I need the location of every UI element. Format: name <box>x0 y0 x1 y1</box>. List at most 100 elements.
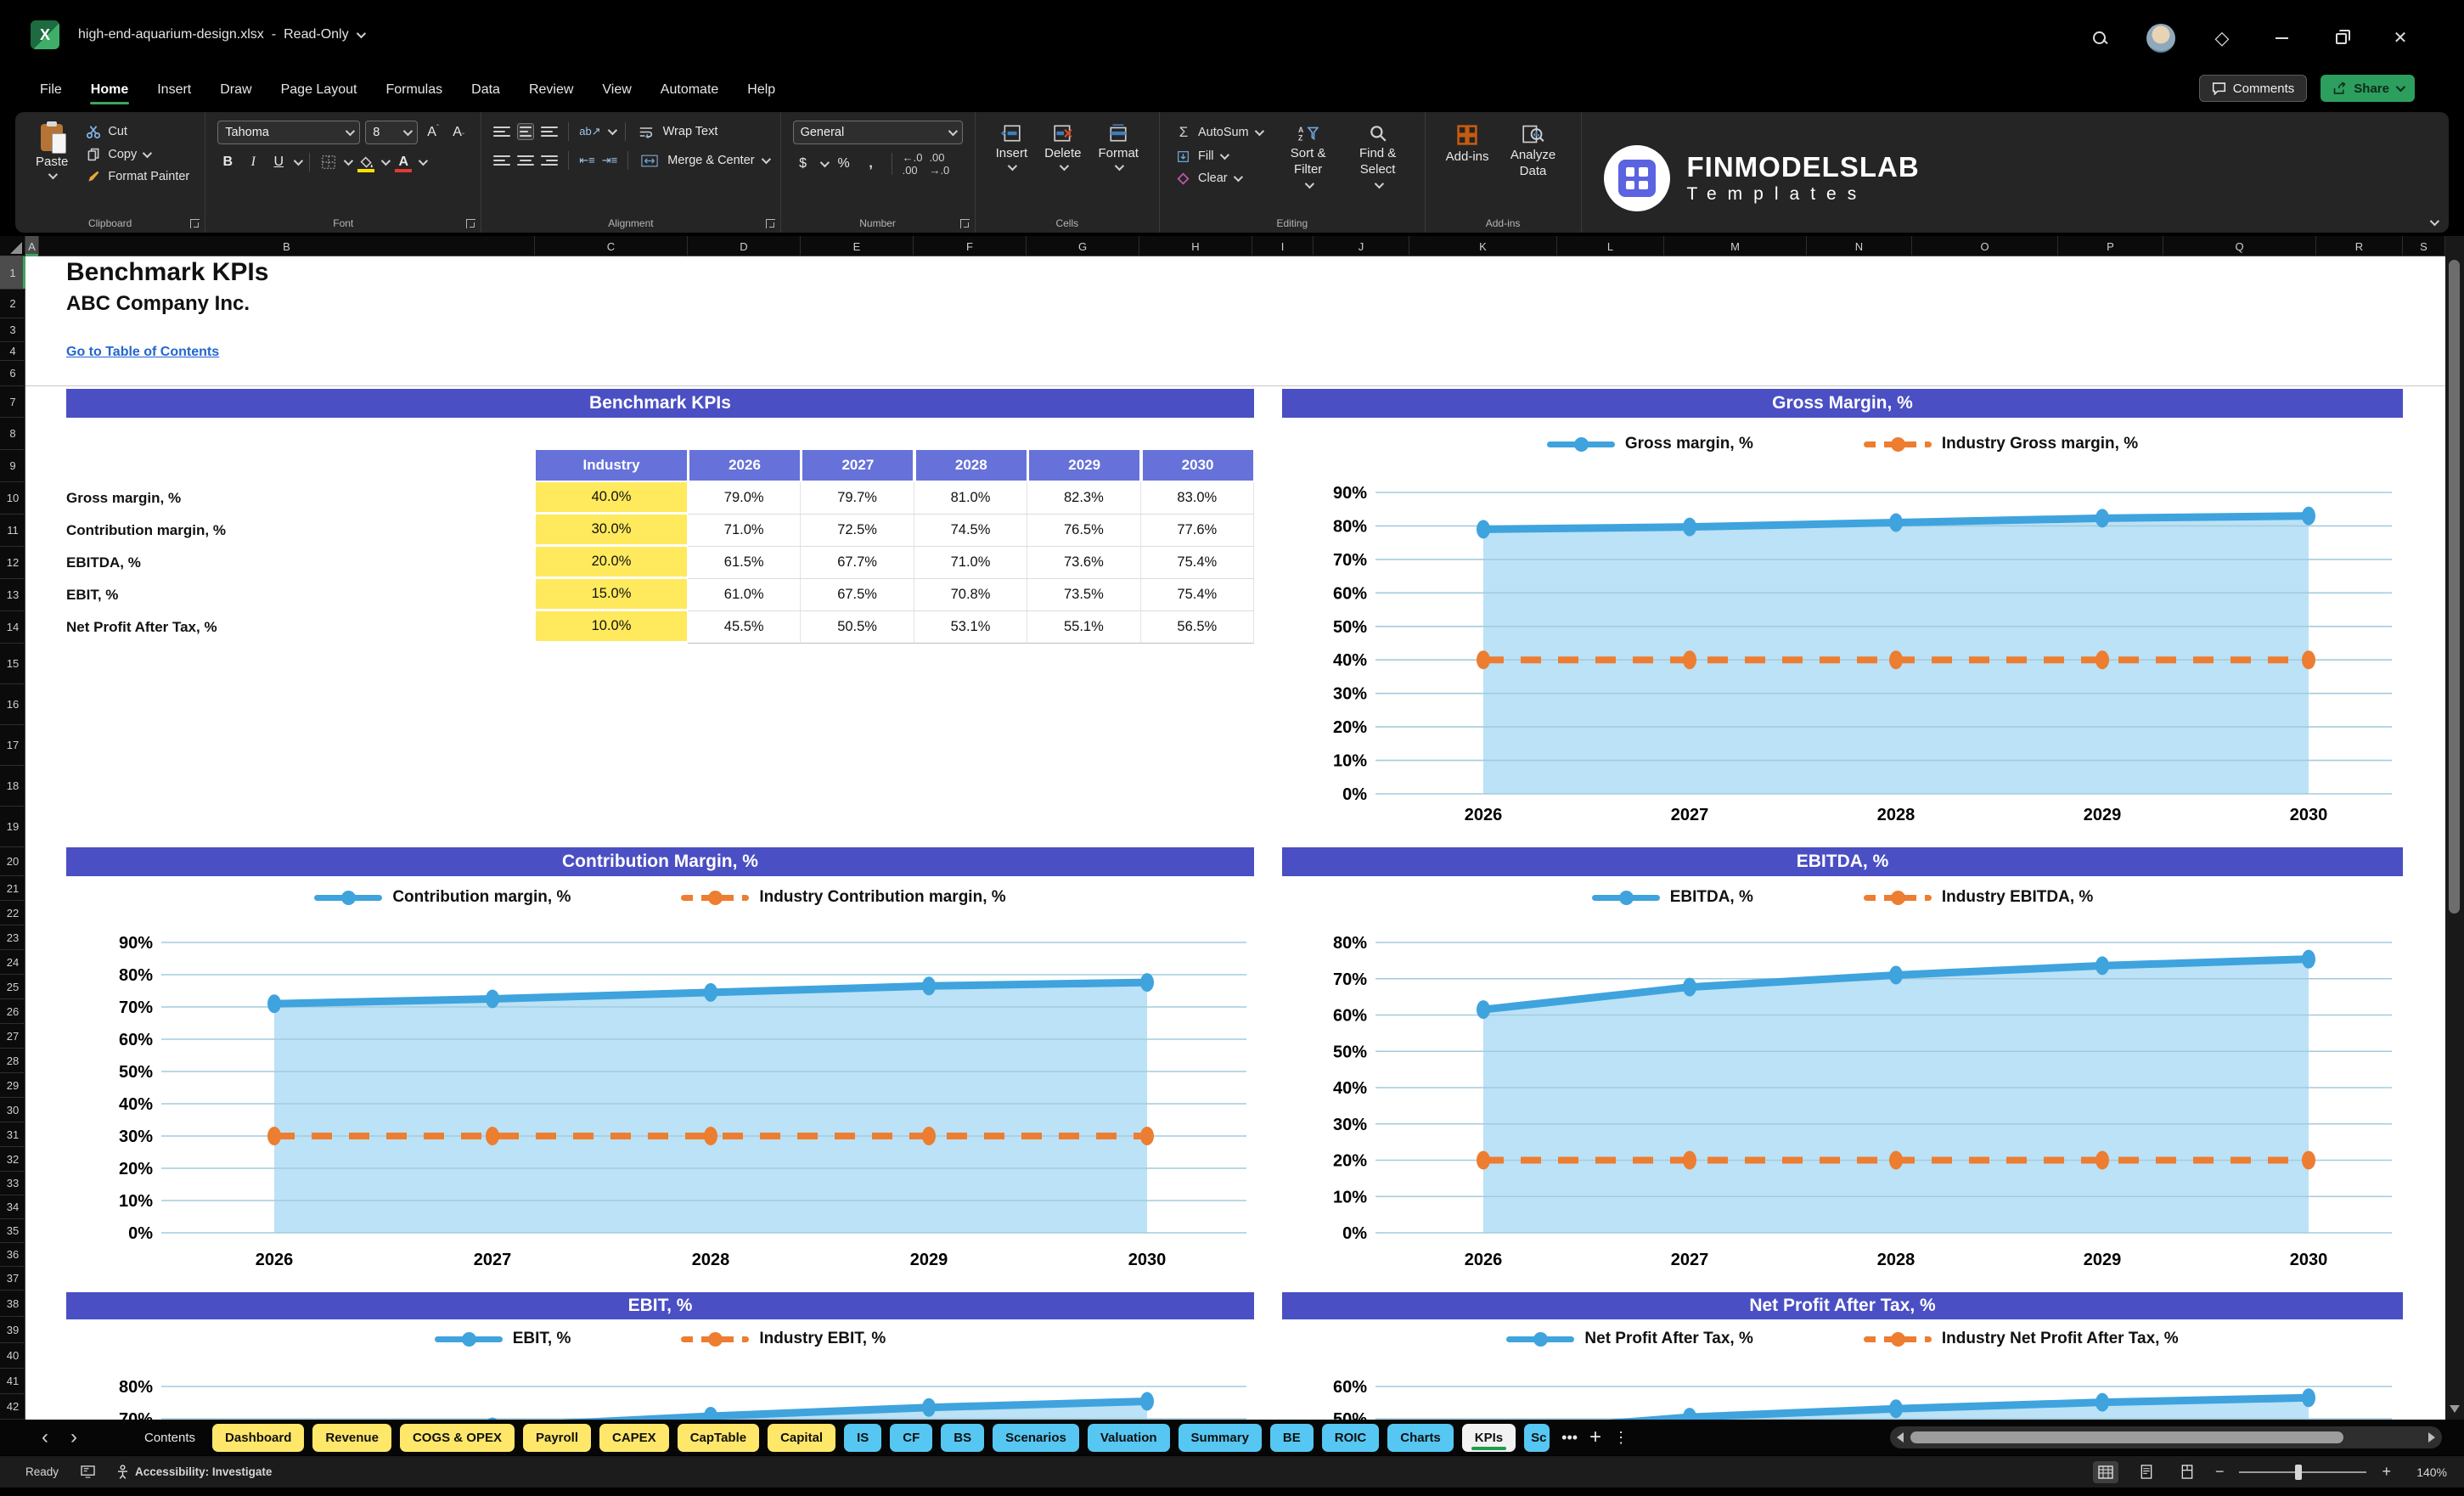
format-painter-button[interactable]: Format Painter <box>82 168 193 185</box>
row-header-17[interactable]: 17 <box>0 725 25 766</box>
table-industry-cell[interactable]: 40.0% <box>536 482 687 515</box>
chevron-down-icon[interactable] <box>356 28 366 39</box>
accessibility-status[interactable]: Accessibility: Investigate <box>117 1465 272 1479</box>
autosum-button[interactable]: Σ AutoSum <box>1172 122 1265 143</box>
alignment-dialog-launcher[interactable] <box>765 219 775 228</box>
row-header-28[interactable]: 28 <box>0 1049 25 1073</box>
menu-tab-file[interactable]: File <box>25 77 76 103</box>
clear-button[interactable]: Clear <box>1172 170 1265 187</box>
row-header-1[interactable]: 1 <box>0 256 25 290</box>
table-value-cell[interactable]: 74.5% <box>914 515 1028 547</box>
zoom-in-button[interactable]: + <box>2382 1463 2391 1481</box>
row-header-14[interactable]: 14 <box>0 611 25 644</box>
column-header-Q[interactable]: Q <box>2163 236 2316 256</box>
sheet-tab-roic[interactable]: ROIC <box>1321 1423 1380 1452</box>
sheet-tab-cogs-opex[interactable]: COGS & OPEX <box>399 1423 515 1452</box>
toc-link[interactable]: Go to Table of Contents <box>66 345 219 360</box>
row-header-19[interactable]: 19 <box>0 807 25 847</box>
borders-chevron-icon[interactable] <box>344 155 354 166</box>
minimize-button[interactable] <box>2269 25 2294 51</box>
select-all-corner[interactable] <box>0 236 25 256</box>
insert-cells-button[interactable]: Insert <box>987 121 1037 174</box>
increase-font-size-button[interactable]: Aˆ <box>423 121 443 143</box>
column-header-K[interactable]: K <box>1409 236 1557 256</box>
table-value-cell[interactable]: 53.1% <box>914 611 1028 644</box>
decrease-decimal-button[interactable]: .00 →.0 <box>929 151 949 177</box>
row-header-20[interactable]: 20 <box>0 847 25 876</box>
row-header-12[interactable]: 12 <box>0 547 25 579</box>
fill-button[interactable]: Fill <box>1172 148 1265 165</box>
sheet-tab-capex[interactable]: CAPEX <box>599 1423 669 1452</box>
column-header-R[interactable]: R <box>2316 236 2403 256</box>
sheet-tab-contents[interactable]: Contents <box>136 1424 204 1452</box>
find-select-button[interactable]: Find & Select <box>1343 121 1413 192</box>
delete-cells-button[interactable]: Delete <box>1036 121 1089 174</box>
increase-indent-icon[interactable]: ⇥≡ <box>602 154 617 167</box>
column-header-A[interactable]: A <box>25 236 39 256</box>
row-header-16[interactable]: 16 <box>0 684 25 725</box>
row-header-22[interactable]: 22 <box>0 901 25 925</box>
addins-button[interactable]: Add-ins <box>1437 121 1498 167</box>
table-column-header-industry[interactable]: Industry <box>536 450 687 481</box>
comments-button[interactable]: Comments <box>2198 75 2308 102</box>
row-header-6[interactable]: 6 <box>0 361 25 386</box>
sheet-tab-revenue[interactable]: Revenue <box>312 1423 391 1452</box>
accounting-format-button[interactable]: $ <box>793 153 813 175</box>
column-header-N[interactable]: N <box>1807 236 1912 256</box>
table-value-cell[interactable]: 73.5% <box>1027 579 1141 611</box>
page-layout-view-icon[interactable] <box>2134 1461 2159 1483</box>
align-middle-icon[interactable] <box>517 123 535 140</box>
sheet-grid[interactable]: Benchmark KPIs ABC Company Inc. Go to Ta… <box>25 256 2445 1420</box>
table-row-label[interactable]: EBIT, % <box>66 579 525 611</box>
vertical-scrollbar-thumb[interactable] <box>2449 260 2460 914</box>
align-bottom-icon[interactable] <box>541 123 559 140</box>
table-value-cell[interactable]: 75.4% <box>1140 547 1254 579</box>
table-column-header-2027[interactable]: 2027 <box>802 450 914 481</box>
table-value-cell[interactable]: 73.6% <box>1027 547 1141 579</box>
ebitda-chart[interactable]: EBITDA, % EBITDA, % Industry EBITDA, % 0% 10… <box>1282 847 2403 1296</box>
row-header-39[interactable]: 39 <box>0 1317 25 1343</box>
column-header-C[interactable]: C <box>535 236 688 256</box>
row-header-40[interactable]: 40 <box>0 1343 25 1369</box>
column-header-E[interactable]: E <box>801 236 914 256</box>
display-settings-icon[interactable] <box>81 1465 95 1478</box>
sheet-menu-button[interactable]: ⋮ <box>1613 1429 1629 1447</box>
row-header-38[interactable]: 38 <box>0 1291 25 1317</box>
decrease-indent-icon[interactable]: ⇤≡ <box>579 154 594 167</box>
table-value-cell[interactable]: 83.0% <box>1140 482 1254 515</box>
scroll-down-arrow-icon[interactable] <box>2450 1405 2460 1413</box>
table-value-cell[interactable]: 81.0% <box>914 482 1028 515</box>
row-header-15[interactable]: 15 <box>0 644 25 684</box>
copy-button[interactable]: Copy <box>82 145 193 164</box>
menu-tab-home[interactable]: Home <box>76 77 143 104</box>
wrap-text-label[interactable]: Wrap Text <box>663 125 718 138</box>
horizontal-scrollbar[interactable] <box>1890 1426 2442 1448</box>
borders-button[interactable] <box>318 151 339 173</box>
horizontal-scrollbar-thumb[interactable] <box>1910 1431 2343 1443</box>
column-header-F[interactable]: F <box>914 236 1027 256</box>
menu-tab-automate[interactable]: Automate <box>646 77 733 103</box>
row-header-18[interactable]: 18 <box>0 766 25 807</box>
read-only-badge[interactable]: Read-Only <box>284 27 348 42</box>
zoom-slider-thumb[interactable] <box>2295 1464 2303 1480</box>
row-header-7[interactable]: 7 <box>0 386 25 418</box>
table-value-cell[interactable]: 61.5% <box>688 547 802 579</box>
row-header-26[interactable]: 26 <box>0 999 25 1024</box>
table-value-cell[interactable]: 72.5% <box>801 515 914 547</box>
cut-button[interactable]: Cut <box>82 122 193 141</box>
table-column-header-2028[interactable]: 2028 <box>915 450 1027 481</box>
font-dialog-launcher[interactable] <box>466 219 476 228</box>
table-industry-cell[interactable]: 30.0% <box>536 515 687 547</box>
share-button[interactable]: Share <box>2321 75 2415 102</box>
column-header-B[interactable]: B <box>39 236 535 256</box>
menu-tab-view[interactable]: View <box>588 77 645 103</box>
table-row-label[interactable]: Net Profit After Tax, % <box>66 611 525 644</box>
contribution-margin-chart[interactable]: Contribution Margin, % Contribution margi… <box>66 847 1254 1296</box>
net-profit-after-tax-chart[interactable]: Net Profit After Tax, % Net Profit After … <box>1282 1292 2403 1420</box>
fill-color-button[interactable] <box>356 151 376 173</box>
number-dialog-launcher[interactable] <box>959 219 970 228</box>
merge-center-icon[interactable] <box>639 149 661 172</box>
scroll-right-arrow-icon[interactable] <box>2428 1432 2435 1443</box>
sheet-tab-cf[interactable]: CF <box>890 1423 933 1452</box>
table-row-label[interactable]: Gross margin, % <box>66 482 525 515</box>
